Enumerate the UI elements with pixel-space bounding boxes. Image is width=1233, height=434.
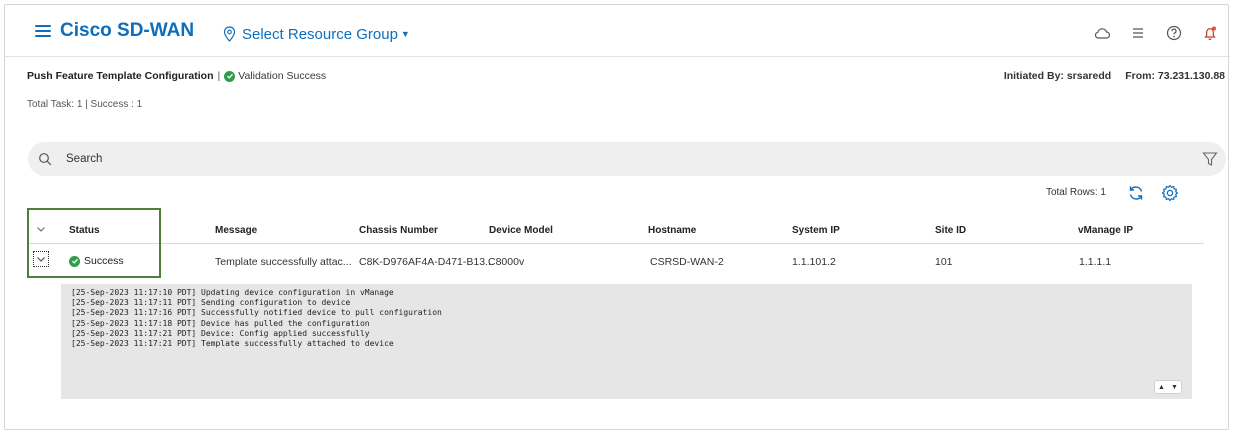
validation-status: Validation Success [238, 70, 327, 82]
initiated-from: From: 73.231.130.88 [1125, 70, 1225, 82]
search-bar [28, 142, 1226, 176]
task-title-line: Push Feature Template Configuration | Va… [27, 70, 326, 82]
menu-icon[interactable] [35, 25, 51, 37]
row-expand-toggle[interactable] [33, 251, 49, 267]
log-panel: [25-Sep-2023 11:17:10 PDT] Updating devi… [61, 284, 1192, 399]
check-circle-icon [224, 70, 236, 82]
refresh-icon[interactable] [1126, 183, 1146, 203]
message-cell: Template successfully attac... [215, 256, 352, 268]
column-header-vmanage-ip[interactable]: vManage IP [1078, 225, 1133, 236]
chevron-down-icon [37, 257, 45, 262]
chassis-number-cell: C8K-D976AF4A-D471-B13... [359, 256, 494, 268]
total-rows: Total Rows: 1 [1045, 187, 1106, 198]
system-ip-cell: 1.1.101.2 [792, 256, 836, 268]
app-brand[interactable]: Cisco SD-WAN [60, 20, 194, 42]
table-row[interactable]: Success Template successfully attac... C… [27, 245, 1204, 276]
log-line: [25-Sep-2023 11:17:16 PDT] Successfully … [71, 308, 442, 318]
title-separator: | [217, 70, 221, 82]
app-window: Cisco SD-WAN Select Resource Group ▼ Pus… [4, 4, 1230, 430]
list-icon[interactable] [1128, 23, 1148, 43]
log-lines: [25-Sep-2023 11:17:10 PDT] Updating devi… [61, 288, 442, 349]
log-line: [25-Sep-2023 11:17:11 PDT] Sending confi… [71, 298, 351, 308]
check-circle-icon [69, 255, 80, 267]
filter-icon[interactable] [1202, 151, 1218, 167]
caret-down-icon: ▼ [400, 29, 410, 39]
column-header-hostname[interactable]: Hostname [648, 225, 696, 236]
column-header-system-ip[interactable]: System IP [792, 225, 840, 236]
top-navigation-bar: Cisco SD-WAN Select Resource Group ▼ [5, 5, 1230, 57]
page-title: Push Feature Template Configuration [27, 70, 214, 82]
initiated-by: Initiated By: srsaredd [1003, 70, 1112, 82]
log-line: [25-Sep-2023 11:17:18 PDT] Device has pu… [71, 318, 370, 328]
help-icon[interactable] [1164, 23, 1184, 43]
column-header-site-id[interactable]: Site ID [935, 225, 966, 236]
device-model-cell: C8000v [488, 256, 525, 268]
search-icon [39, 153, 52, 166]
table-header: Status Message Chassis Number Device Mod… [27, 217, 1204, 244]
chevron-down-icon[interactable]: ▼ [1171, 384, 1178, 391]
log-scroll-controls[interactable]: ▲ ▼ [1154, 380, 1182, 394]
cloud-icon[interactable] [1092, 23, 1112, 43]
status-text: Success [84, 255, 124, 267]
log-line: [25-Sep-2023 11:17:21 PDT] Device: Confi… [71, 328, 370, 338]
log-line: [25-Sep-2023 11:17:10 PDT] Updating devi… [71, 288, 394, 297]
vmanage-ip-cell: 1.1.1.1 [1079, 256, 1112, 268]
chevron-up-icon[interactable]: ▲ [1158, 384, 1165, 391]
header-actions [1092, 23, 1220, 43]
column-header-message[interactable]: Message [215, 225, 257, 236]
search-input[interactable] [66, 149, 1166, 169]
site-id-cell: 101 [935, 256, 953, 268]
column-header-chassis-number[interactable]: Chassis Number [359, 225, 438, 236]
resource-group-label: Select Resource Group [242, 25, 398, 43]
bell-icon[interactable] [1200, 23, 1220, 43]
gear-icon[interactable] [1160, 183, 1180, 203]
hostname-cell: CSRSD-WAN-2 [650, 256, 724, 268]
column-header-status[interactable]: Status [69, 225, 100, 236]
resource-group-selector[interactable]: Select Resource Group ▼ [223, 25, 410, 43]
status-cell: Success [69, 255, 124, 267]
chevron-down-icon[interactable] [35, 223, 47, 235]
log-line: [25-Sep-2023 11:17:21 PDT] Template succ… [71, 339, 394, 349]
task-summary: Total Task: 1 | Success : 1 [27, 99, 143, 110]
location-pin-icon [223, 26, 236, 42]
initiator-info: Initiated By: srsaredd From: 73.231.130.8… [1004, 70, 1225, 82]
column-header-device-model[interactable]: Device Model [489, 225, 553, 236]
